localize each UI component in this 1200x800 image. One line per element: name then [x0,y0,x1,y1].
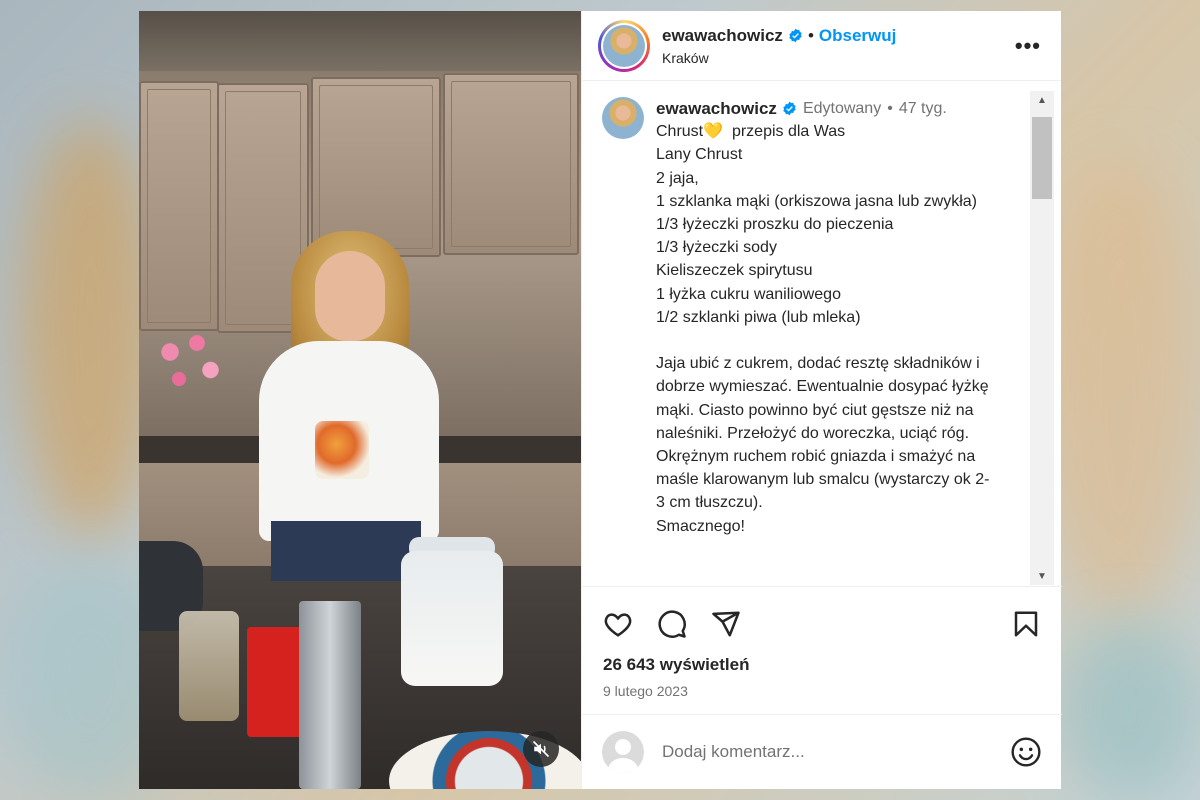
caption-text: Chrust💛 przepis dla Was Lany Chrust 2 ja… [656,120,992,538]
post-age[interactable]: 47 tyg. [899,97,947,120]
post-video[interactable] [139,11,581,789]
mute-button[interactable] [523,731,559,767]
muted-speaker-icon [532,740,550,758]
flour-jar [401,551,503,686]
verified-badge-icon [788,28,803,43]
post-actions-section: 26 643 wyświetleń 9 lutego 2023 [582,586,1062,699]
caption-line: 1/3 łyżeczki proszku do pieczenia [656,216,894,234]
woman-jeans [271,521,421,581]
caption-line: 1 szklanka mąki (orkiszowa jasna lub zwy… [656,192,977,210]
caption-line: Smacznego! [656,517,745,535]
separator-dot: • [807,25,814,45]
edited-label: Edytowany [802,100,882,117]
verified-badge-icon [782,101,797,116]
caption-scroll-area[interactable]: ewawachowicz Edytowany • 47 tyg. Chrust💛… [582,91,1062,585]
caption-line: Chrust💛 przepis dla Was [656,123,846,141]
current-user-avatar [602,731,644,773]
save-button[interactable] [1010,608,1042,640]
post-location[interactable]: Kraków [662,50,1011,66]
kitchen-cabinet [443,73,579,255]
background-blur [1060,620,1200,800]
caption-username[interactable]: ewawachowicz [656,97,777,120]
caption-line: 1/3 łyżeczki sody [656,239,777,257]
caption-paragraph: Jaja ubić z cukrem, dodać resztę składni… [656,355,994,512]
caption-line: 1/2 szklanki piwa (lub mleka) [656,308,861,326]
red-cup [247,627,303,737]
caption-line: Kieliszeczek spirytusu [656,262,813,280]
comment-bubble-icon [658,610,686,638]
flowers [143,316,233,406]
caption-line: Lany Chrust [656,146,743,164]
avatar[interactable] [603,24,645,67]
caption-scrollbar[interactable]: ▲ ▼ [1030,91,1054,585]
scrollbar-thumb[interactable] [1032,117,1052,199]
bookmark-icon [1014,611,1038,637]
author-username[interactable]: ewawachowicz [662,26,783,46]
post-dialog: ewawachowicz • Obserwuj Kraków ••• ewawa… [139,11,1062,789]
caption-line: 2 jaja, [656,169,699,187]
glass-jar [179,611,239,721]
comment-bar [582,714,1062,789]
caption: ewawachowicz Edytowany • 47 tyg. Chrust💛… [602,97,992,538]
post-header: ewawachowicz • Obserwuj Kraków ••• [582,11,1061,81]
caption-line: 1 łyżka cukru waniliowego [656,285,841,303]
scroll-down-arrow-icon[interactable]: ▼ [1030,567,1054,585]
smiley-icon[interactable] [1010,736,1042,768]
paper-plane-icon [712,611,740,637]
more-options-icon[interactable]: ••• [1011,29,1045,63]
comment-button[interactable] [656,608,688,640]
knife-block [299,601,361,789]
share-button[interactable] [710,608,742,640]
scroll-up-arrow-icon[interactable]: ▲ [1030,91,1054,109]
kitchen-cabinet [311,77,441,257]
post-side-panel: ewawachowicz • Obserwuj Kraków ••• ewawa… [581,11,1062,789]
action-bar [582,587,1062,645]
woman-face [315,251,385,341]
kitchen-ceiling [139,11,581,71]
mug [315,421,369,479]
background-blur [1040,160,1200,620]
comment-input[interactable] [662,742,1010,762]
view-count[interactable]: 26 643 wyświetleń [582,645,1062,675]
caption-avatar[interactable] [602,97,644,139]
story-ring[interactable] [598,19,650,72]
post-date[interactable]: 9 lutego 2023 [582,675,1062,699]
like-button[interactable] [602,608,634,640]
separator-dot: • [887,100,893,117]
follow-button[interactable]: Obserwuj [819,26,896,46]
kitchen-cabinet [139,81,219,331]
heart-icon [604,613,632,637]
